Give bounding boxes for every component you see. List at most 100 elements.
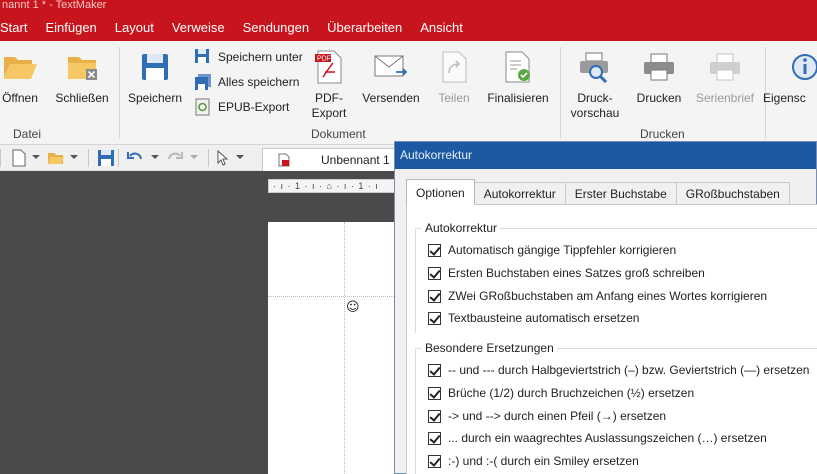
checkbox[interactable] <box>428 311 441 325</box>
save-icon[interactable] <box>97 149 115 167</box>
toolbar-divider <box>88 149 89 167</box>
save-as-button[interactable]: Speichern unter <box>194 47 303 67</box>
finalize-label: Finalisieren <box>487 91 549 105</box>
option-capitalize-sentence[interactable]: Ersten Buchstaben eines Satzes groß schr… <box>428 266 705 280</box>
svg-text:PDF: PDF <box>317 56 331 63</box>
option-dashes[interactable]: -- und --- durch Halbgeviertstrich (–) b… <box>428 363 809 377</box>
tab-autokorrektur[interactable]: Autokorrektur <box>473 182 566 205</box>
document-tab[interactable]: Unbennant 1 <box>262 148 402 171</box>
dialog-tabs: Optionen Autokorrektur Erster Buchstabe … <box>406 179 790 205</box>
tab-grossbuchstaben[interactable]: GRoßbuchstaben <box>675 182 790 205</box>
option-ellipsis[interactable]: ... durch ein waagrechtes Auslassungszei… <box>428 431 767 445</box>
checkbox[interactable] <box>428 431 441 445</box>
checkbox[interactable] <box>428 454 441 468</box>
option-arrows[interactable]: -> und --> durch einen Pfeil (→) ersetze… <box>428 409 666 423</box>
checkbox[interactable] <box>428 266 441 280</box>
send-button[interactable]: Versenden <box>360 49 422 106</box>
menu-bar: Start Einfügen Layout Verweise Sendungen… <box>0 14 817 41</box>
group-label-drucken: Drucken <box>640 127 685 141</box>
save-as-icon <box>195 49 209 63</box>
menu-layout[interactable]: Layout <box>106 14 163 41</box>
option-label: -> und --> durch einen Pfeil (→) ersetze… <box>448 409 667 423</box>
print-preview-label-2: vorschau <box>570 106 620 120</box>
document-page[interactable]: ☺ <box>268 222 398 474</box>
checkbox[interactable] <box>428 386 441 400</box>
option-two-capitals[interactable]: ZWei GRoßbuchstaben am Anfang eines Wort… <box>428 289 767 303</box>
document-tab-label: Unbennant 1 <box>321 153 390 167</box>
new-document-icon[interactable] <box>10 149 28 167</box>
close-button[interactable]: Schließen <box>54 49 110 106</box>
checkbox[interactable] <box>428 243 441 257</box>
redo-dropdown-arrow[interactable] <box>190 155 198 159</box>
tab-erster-buchstabe[interactable]: Erster Buchstabe <box>564 182 677 205</box>
printer-icon <box>641 49 677 85</box>
finalize-button[interactable]: Finalisieren <box>486 49 550 106</box>
menu-start[interactable]: Start <box>0 14 36 41</box>
option-smiley[interactable]: :-) und :-( durch ein Smiley ersetzen <box>428 454 639 468</box>
option-text-modules[interactable]: Textbausteine automatisch ersetzen <box>428 311 639 325</box>
checkbox[interactable] <box>428 289 441 303</box>
send-label: Versenden <box>362 91 420 105</box>
pointer-icon[interactable] <box>214 149 232 167</box>
mail-merge-button[interactable]: Serienbrief <box>694 49 756 106</box>
pdf-icon: PDF <box>311 49 347 85</box>
option-fix-typos[interactable]: Automatisch gängige Tippfehler korrigier… <box>428 243 676 257</box>
epub-export-button[interactable]: EPUB-Export <box>194 97 289 117</box>
group-divider <box>560 47 561 139</box>
smiley-character: ☺ <box>346 300 360 315</box>
save-all-button[interactable]: Alles speichern <box>194 72 299 92</box>
menu-verweise[interactable]: Verweise <box>163 14 234 41</box>
properties-button[interactable]: Eigensc <box>760 49 817 106</box>
print-preview-label-1: Druck- <box>577 91 613 105</box>
properties-label: Eigensc <box>763 91 806 105</box>
menu-ansicht[interactable]: Ansicht <box>411 14 472 41</box>
menu-ueberarbeiten[interactable]: Überarbeiten <box>318 14 411 41</box>
option-fractions[interactable]: Brüche (1/2) durch Bruchzeichen (½) erse… <box>428 386 694 400</box>
tab-optionen[interactable]: Optionen <box>406 179 475 205</box>
ribbon: Öffnen Schließen Datei Speichern Speiche… <box>0 41 817 145</box>
group-divider <box>119 47 120 139</box>
finalize-icon <box>500 49 536 85</box>
pointer-dropdown-arrow[interactable] <box>236 155 244 159</box>
option-label: :-) und :-( durch ein Smiley ersetzen <box>448 454 639 468</box>
pdf-label-2: Export <box>311 106 347 120</box>
autocorrect-section-legend: Autokorrektur <box>422 221 501 235</box>
epub-icon <box>195 98 210 116</box>
mail-merge-label: Serienbrief <box>695 91 755 105</box>
undo-dropdown-arrow[interactable] <box>151 155 159 159</box>
save-button[interactable]: Speichern <box>127 49 183 106</box>
print-label: Drucken <box>636 91 682 105</box>
redo-icon[interactable] <box>166 149 184 167</box>
horizontal-ruler[interactable]: · ı · 1 · ı · ⌂ · ı · 1 · ı <box>268 179 398 193</box>
folder-close-icon <box>64 49 100 85</box>
replacements-section: Besondere Ersetzungen -- und --- durch H… <box>415 341 817 474</box>
close-label: Schließen <box>55 91 109 105</box>
undo-icon[interactable] <box>126 149 144 167</box>
save-label: Speichern <box>127 91 183 105</box>
folder-open-icon <box>2 49 38 85</box>
document-tab-icon <box>278 153 290 167</box>
options-panel: Autokorrektur Automatisch gängige Tippfe… <box>406 204 817 474</box>
open-folder-icon[interactable] <box>47 149 65 167</box>
pdf-export-button[interactable]: PDF PDF- Export <box>308 49 350 121</box>
window-title: nannt 1 * - TextMaker <box>0 0 817 14</box>
toolbar-divider <box>0 149 1 167</box>
share-icon <box>436 49 472 85</box>
save-as-label: Speichern unter <box>218 50 303 64</box>
option-label: Textbausteine automatisch ersetzen <box>448 311 640 325</box>
menu-sendungen[interactable]: Sendungen <box>234 14 319 41</box>
new-dropdown-arrow[interactable] <box>32 155 40 159</box>
print-button[interactable]: Drucken <box>634 49 684 106</box>
open-button[interactable]: Öffnen <box>0 49 42 106</box>
print-preview-button[interactable]: Druck- vorschau <box>568 49 622 121</box>
checkbox[interactable] <box>428 363 441 377</box>
epub-export-label: EPUB-Export <box>218 100 290 114</box>
open-label: Öffnen <box>2 91 38 105</box>
menu-einfuegen[interactable]: Einfügen <box>36 14 105 41</box>
open-dropdown-arrow[interactable] <box>70 155 78 159</box>
option-label: Automatisch gängige Tippfehler korrigier… <box>448 243 677 257</box>
print-preview-icon <box>577 49 613 85</box>
dialog-title: Autokorrektur <box>395 142 816 169</box>
checkbox[interactable] <box>428 409 441 423</box>
share-button[interactable]: Teilen <box>432 49 476 106</box>
